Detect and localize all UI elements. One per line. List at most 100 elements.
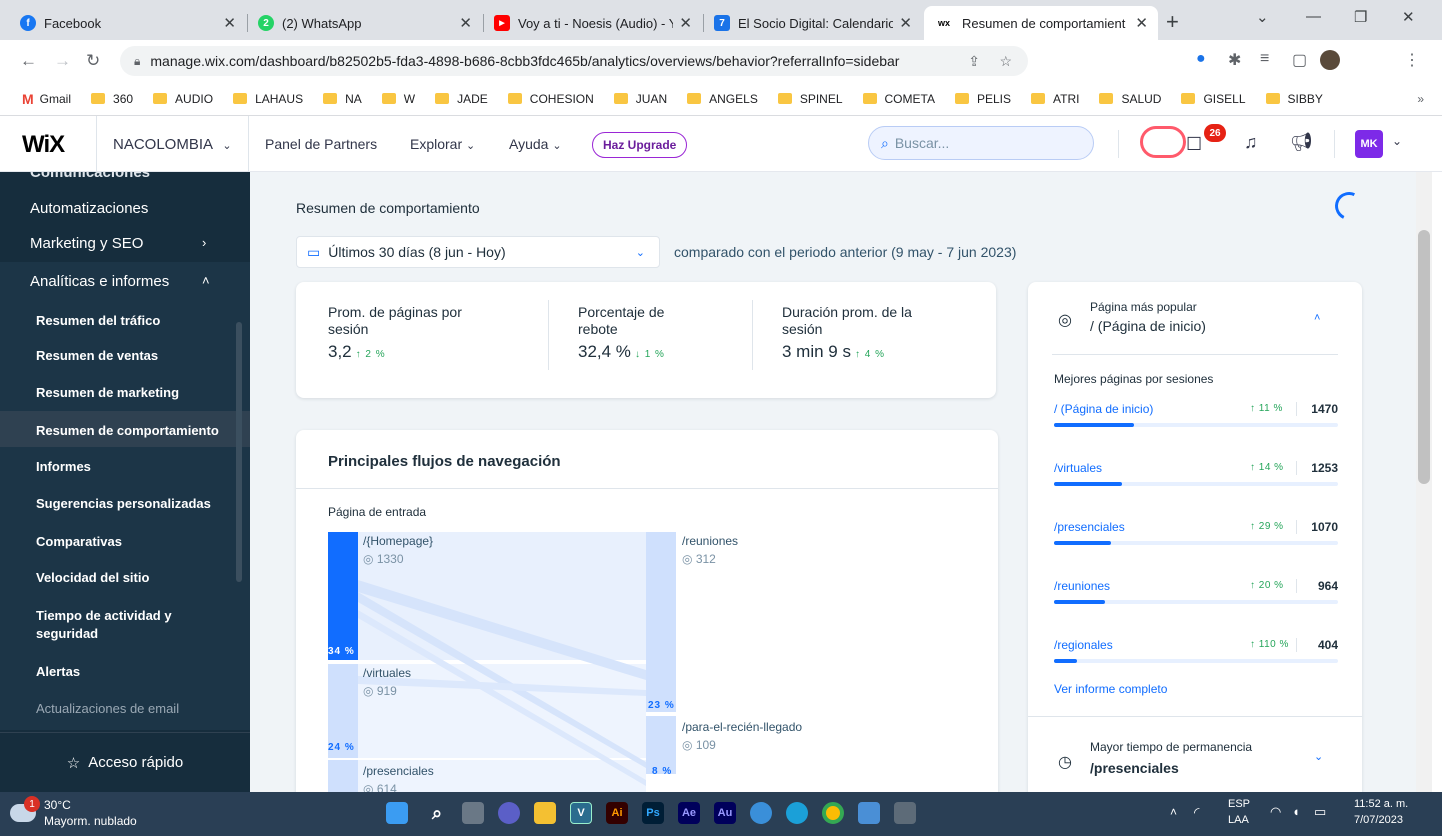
sidebar-item-email-updates[interactable]: Actualizaciones de email bbox=[36, 701, 179, 716]
bookmark-folder[interactable]: SPINEL bbox=[777, 92, 843, 106]
illustrator-icon[interactable]: Ai bbox=[606, 802, 628, 824]
forward-icon[interactable]: → bbox=[54, 51, 71, 71]
tab-youtube[interactable]: ▶ Voy a ti - Noesis (Audio) - Yo ✕ bbox=[484, 6, 702, 40]
bookmark-folder[interactable]: W bbox=[381, 92, 415, 106]
sidebar-item-reports[interactable]: Informes bbox=[36, 459, 91, 474]
close-icon[interactable]: ✕ bbox=[223, 14, 236, 32]
audition-icon[interactable]: Au bbox=[714, 802, 736, 824]
sidebar-item-uptime[interactable]: Tiempo de actividad y bbox=[36, 608, 172, 623]
extension-icon[interactable]: ● bbox=[1196, 50, 1206, 68]
date-range-select[interactable]: ▭ Últimos 30 días (8 jun - Hoy) ⌄ bbox=[296, 236, 660, 268]
search-icon[interactable]: ⌕ bbox=[426, 802, 448, 824]
photoshop-icon[interactable]: Ps bbox=[642, 802, 664, 824]
calculator-icon[interactable] bbox=[894, 802, 916, 824]
bookmark-folder[interactable]: ANGELS bbox=[687, 92, 758, 106]
lock-icon[interactable]: 🔒︎ bbox=[134, 54, 140, 69]
top-page-row[interactable]: /regionales ↑ 110 % 404 bbox=[1054, 638, 1338, 674]
bookmark-folder[interactable]: ATRI bbox=[1031, 92, 1079, 106]
megaphone-icon[interactable]: 📢︎ bbox=[1290, 132, 1313, 153]
sidebar-item-benchmarks[interactable]: Comparativas bbox=[36, 534, 122, 549]
notepad-icon[interactable] bbox=[858, 802, 880, 824]
wifi-icon[interactable]: ◠ bbox=[1270, 804, 1281, 820]
page-path-link[interactable]: / (Página de inicio) bbox=[1054, 402, 1153, 416]
search-input[interactable]: ⌕ Buscar... bbox=[868, 126, 1094, 160]
volume-icon[interactable]: ◖ bbox=[1292, 804, 1300, 819]
bookmark-folder[interactable]: COHESION bbox=[507, 92, 594, 106]
puzzle-icon[interactable]: ✱ bbox=[1228, 50, 1241, 70]
sidebar-item-behavior[interactable]: Resumen de comportamiento bbox=[36, 423, 219, 438]
bookmark-folder[interactable]: NA bbox=[323, 92, 362, 106]
full-report-link[interactable]: Ver informe completo bbox=[1054, 682, 1167, 696]
sidebar-item-sales[interactable]: Resumen de ventas bbox=[36, 348, 158, 363]
quick-access-button[interactable]: ☆ Acceso rápido bbox=[0, 732, 250, 792]
menu-icon[interactable]: ⋮ bbox=[1404, 50, 1420, 70]
sidebar-scrollbar[interactable] bbox=[236, 322, 242, 582]
window-close-icon[interactable]: ✕ bbox=[1402, 8, 1415, 26]
chevron-up-icon[interactable]: ˄ bbox=[1170, 805, 1177, 819]
reload-icon[interactable]: ↻ bbox=[86, 51, 100, 71]
sidebar-item-uptime-line2[interactable]: seguridad bbox=[36, 626, 98, 641]
clock-time[interactable]: 11:52 a. m. bbox=[1354, 798, 1408, 810]
after-effects-icon[interactable]: Ae bbox=[678, 802, 700, 824]
restore-icon[interactable]: ❐ bbox=[1354, 8, 1367, 26]
close-icon[interactable]: ✕ bbox=[459, 14, 472, 32]
bookmark-folder[interactable]: 360 bbox=[91, 92, 133, 106]
file-explorer-icon[interactable] bbox=[534, 802, 556, 824]
share-icon[interactable]: ⇪ bbox=[968, 53, 980, 70]
task-view-icon[interactable] bbox=[462, 802, 484, 824]
chat-icon[interactable]: ☐ bbox=[1186, 134, 1202, 155]
url-bar[interactable]: 🔒︎ manage.wix.com/dashboard/b82502b5-fda… bbox=[120, 46, 1028, 76]
sidebar-item-site-speed[interactable]: Velocidad del sitio bbox=[36, 570, 149, 585]
bookmark-star-icon[interactable]: ☆ bbox=[999, 53, 1012, 70]
sidebar-item-marketing-seo[interactable]: Marketing y SEO bbox=[30, 235, 143, 252]
minimize-icon[interactable]: — bbox=[1306, 8, 1321, 25]
language-indicator[interactable]: ESP bbox=[1228, 798, 1250, 810]
tab-wix-active[interactable]: wx Resumen de comportamient ✕ bbox=[924, 6, 1158, 40]
upgrade-button[interactable]: Haz Upgrade bbox=[592, 132, 688, 158]
bookmark-folder[interactable]: COMETA bbox=[862, 92, 935, 106]
top-page-row[interactable]: /virtuales ↑ 14 % 1253 bbox=[1054, 461, 1338, 497]
flow-node-presenciales[interactable] bbox=[328, 760, 358, 792]
sidebar-item-suggestions[interactable]: Sugerencias personalizadas bbox=[36, 496, 211, 511]
page-path-link[interactable]: /reuniones bbox=[1054, 579, 1110, 593]
bookmark-folder[interactable]: JUAN bbox=[613, 92, 667, 106]
bookmark-gmail[interactable]: M Gmail bbox=[22, 91, 71, 107]
side-panel-icon[interactable]: ▢ bbox=[1292, 50, 1307, 70]
page-scrollbar-thumb[interactable] bbox=[1418, 230, 1430, 484]
wix-logo[interactable]: WiX bbox=[22, 131, 65, 159]
photos-icon[interactable] bbox=[750, 802, 772, 824]
bookmark-folder[interactable]: AUDIO bbox=[153, 92, 213, 106]
windows-start-icon[interactable] bbox=[386, 802, 408, 824]
explore-menu[interactable]: Explorar ⌄ bbox=[410, 136, 475, 152]
back-icon[interactable]: ← bbox=[20, 51, 37, 71]
tab-facebook[interactable]: f Facebook ✕ bbox=[10, 6, 246, 40]
reading-list-icon[interactable]: ≡ bbox=[1260, 50, 1269, 68]
sidebar-item-analytics[interactable]: Analíticas e informes bbox=[30, 273, 169, 290]
top-page-row[interactable]: / (Página de inicio) ↑ 11 % 1470 bbox=[1054, 402, 1338, 438]
new-tab-button[interactable]: + bbox=[1166, 9, 1179, 35]
network-alert-icon[interactable]: ◜ bbox=[1194, 804, 1199, 821]
flow-node-reuniones[interactable] bbox=[646, 532, 676, 712]
page-path-link[interactable]: /regionales bbox=[1054, 638, 1113, 652]
bookmark-folder[interactable]: SIBBY bbox=[1265, 92, 1323, 106]
flow-node-homepage[interactable] bbox=[328, 532, 358, 660]
vivid-app-icon[interactable]: V bbox=[570, 802, 592, 824]
sidebar-item-traffic[interactable]: Resumen del tráfico bbox=[36, 313, 160, 328]
sidebar-item-marketing-summary[interactable]: Resumen de marketing bbox=[36, 385, 179, 400]
top-page-row[interactable]: /reuniones ↑ 20 % 964 bbox=[1054, 579, 1338, 615]
chevron-down-icon[interactable]: ⌄ bbox=[1314, 750, 1323, 763]
sidebar-item-communications[interactable]: Comunicaciones bbox=[30, 172, 150, 181]
bell-icon[interactable]: ♫ bbox=[1244, 132, 1258, 153]
community-icon[interactable] bbox=[1140, 126, 1186, 158]
bookmark-folder[interactable]: GISELL bbox=[1181, 92, 1246, 106]
profile-avatar[interactable] bbox=[1320, 50, 1340, 70]
chevron-up-icon[interactable]: ˄ bbox=[1314, 312, 1320, 324]
bookmark-folder[interactable]: SALUD bbox=[1099, 92, 1161, 106]
page-path-link[interactable]: /virtuales bbox=[1054, 461, 1102, 475]
chrome-icon[interactable] bbox=[822, 802, 844, 824]
tab-whatsapp[interactable]: 2 (2) WhatsApp ✕ bbox=[248, 6, 482, 40]
close-icon[interactable]: ✕ bbox=[679, 14, 692, 32]
bookmark-folder[interactable]: PELIS bbox=[954, 92, 1011, 106]
close-icon[interactable]: ✕ bbox=[1135, 14, 1148, 32]
sidebar-item-alerts[interactable]: Alertas bbox=[36, 664, 80, 679]
